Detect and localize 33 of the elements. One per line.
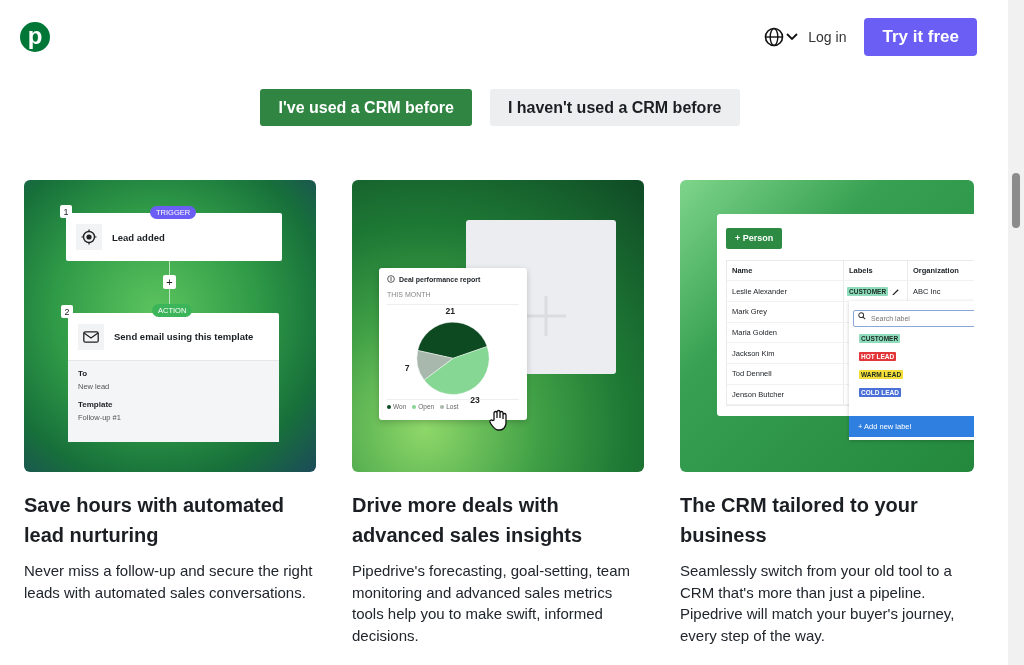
field-label: To — [78, 369, 89, 378]
card-description: Seamlessly switch from your old tool to a CRM that's more than just a pipeline. Pipedrive will match your buyer's journey, every step of the way. — [680, 561, 956, 646]
card-description: Pipedrive's forecasting, goal-setting, team monitoring and advanced sales metrics tools help you to make swift, informed decisions. — [352, 561, 631, 646]
field-label: Template — [78, 400, 114, 409]
legend-dot — [412, 404, 417, 409]
toggle-tab[interactable]: I haven't used a CRM before — [489, 89, 740, 126]
envelope-icon — [78, 323, 104, 350]
pencil-icon[interactable] — [891, 286, 901, 296]
action-text: Send email using this template — [114, 331, 254, 342]
scrollbar[interactable] — [1008, 0, 1024, 665]
logo[interactable]: p — [20, 22, 50, 52]
step-number: 2 — [61, 305, 73, 318]
trigger-text: Lead added — [112, 231, 165, 243]
step-number: 1 — [60, 205, 72, 218]
data-label: 7 — [404, 362, 410, 373]
data-label: 23 — [470, 394, 480, 405]
plus-icon — [524, 294, 568, 338]
card-title: Save hours with automated lead nurturing — [24, 493, 286, 548]
card-title: The CRM tailored to your business — [680, 493, 919, 548]
card-title: Drive more deals with advanced sales insights — [352, 493, 584, 548]
add-person-button[interactable]: + Person — [726, 227, 783, 249]
add-step-button[interactable]: + — [163, 275, 176, 289]
try-free-button[interactable]: Try it free — [864, 18, 977, 56]
globe-icon — [764, 26, 799, 48]
legend-dot — [440, 404, 445, 409]
toggle-tab[interactable]: I've used a CRM before — [260, 89, 472, 126]
login-link[interactable]: Log in — [808, 29, 847, 45]
search-icon — [858, 312, 866, 320]
target-icon — [76, 224, 102, 250]
data-label: 21 — [445, 306, 456, 317]
language-selector[interactable] — [764, 26, 799, 48]
card-description: Never miss a follow-up and secure the right leads with automated sales conversations. — [24, 561, 314, 603]
legend-dot — [387, 404, 391, 409]
